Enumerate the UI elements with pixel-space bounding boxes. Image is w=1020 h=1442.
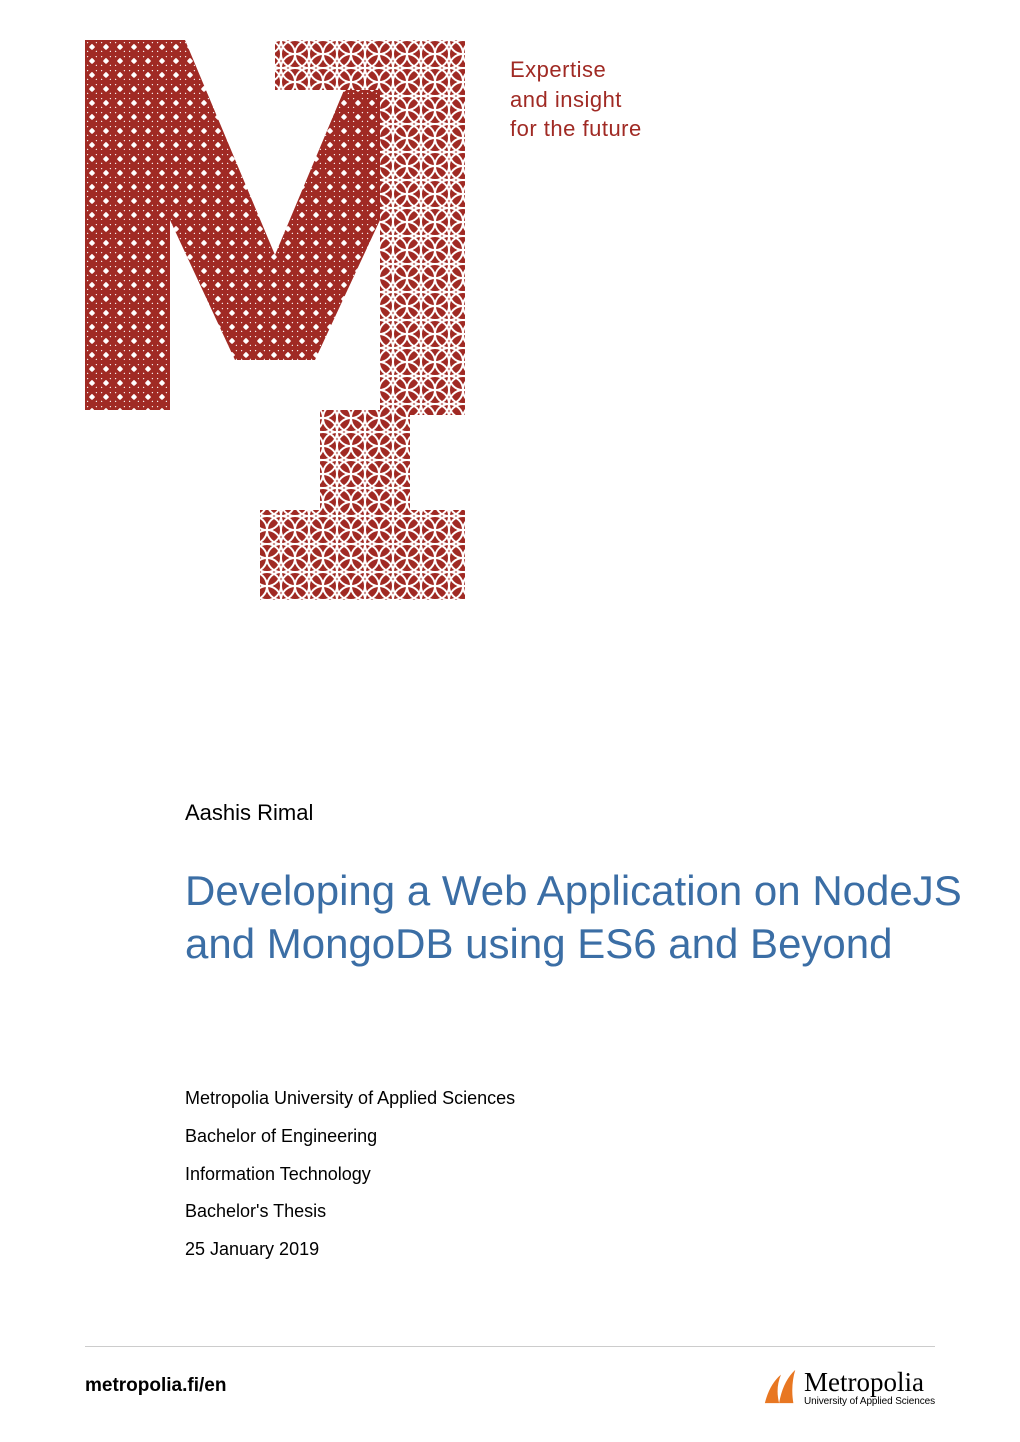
metropolia-footer-logo: Metropolia University of Applied Science… <box>762 1367 935 1407</box>
meta-institution: Metropolia University of Applied Science… <box>185 1080 515 1118</box>
metropolia-m-logo <box>85 40 465 600</box>
footer-logo-name: Metropolia <box>804 1369 924 1396</box>
meta-degree: Bachelor of Engineering <box>185 1118 515 1156</box>
tagline-line3: for the future <box>510 114 642 144</box>
metropolia-swoosh-icon <box>762 1367 800 1407</box>
tagline-line1: Expertise <box>510 55 642 85</box>
thesis-metadata: Metropolia University of Applied Science… <box>185 1080 515 1269</box>
meta-program: Information Technology <box>185 1156 515 1194</box>
tagline-line2: and insight <box>510 85 642 115</box>
thesis-title: Developing a Web Application on NodeJS a… <box>185 865 980 970</box>
footer-url: metropolia.fi/en <box>85 1375 226 1397</box>
brand-tagline: Expertise and insight for the future <box>510 55 642 144</box>
meta-date: 25 January 2019 <box>185 1231 515 1269</box>
meta-type: Bachelor's Thesis <box>185 1193 515 1231</box>
author-name: Aashis Rimal <box>185 800 313 826</box>
footer-logo-subtitle: University of Applied Sciences <box>804 1396 935 1407</box>
footer-divider <box>85 1346 935 1347</box>
